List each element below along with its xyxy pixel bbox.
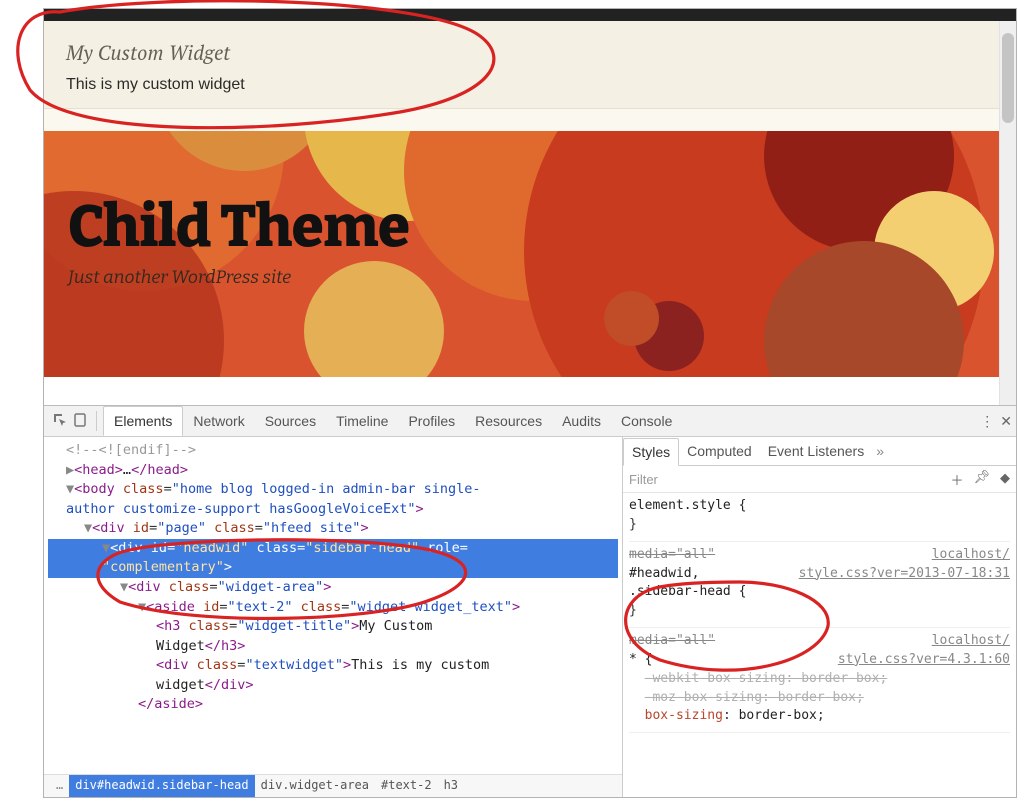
site-header: Child Theme Just another WordPress site — [44, 131, 1016, 377]
devtools-close-icon[interactable]: ✕ — [1000, 413, 1012, 430]
wp-admin-bar[interactable] — [44, 9, 1016, 21]
devtools-tabbar: Elements Network Sources Timeline Profil… — [44, 406, 1016, 437]
styles-tab-eventlisteners[interactable]: Event Listeners — [760, 437, 873, 465]
styles-pane: Styles Computed Event Listeners » Filter… — [623, 437, 1016, 797]
custom-widget-area: My Custom Widget This is my custom widge… — [44, 21, 1016, 109]
devtools-panel: Elements Network Sources Timeline Profil… — [44, 405, 1016, 797]
tab-timeline[interactable]: Timeline — [326, 406, 398, 436]
browser-frame: My Custom Widget This is my custom widge… — [43, 8, 1017, 798]
new-rule-icon[interactable]: ＋ — [950, 470, 963, 489]
tab-console[interactable]: Console — [611, 406, 682, 436]
site-tagline: Just another WordPress site — [68, 266, 409, 288]
color-swatch-icon[interactable]: ◆ — [1000, 470, 1010, 489]
styles-filter-input[interactable]: Filter — [629, 472, 658, 487]
page-scrollbar[interactable] — [999, 21, 1016, 419]
tab-profiles[interactable]: Profiles — [398, 406, 465, 436]
styles-more-icon[interactable]: » — [876, 443, 884, 459]
styles-tab-styles[interactable]: Styles — [623, 438, 679, 466]
devtools-menu-icon[interactable]: ⋮ — [980, 413, 994, 430]
styles-tab-computed[interactable]: Computed — [679, 437, 760, 465]
css-rules[interactable]: element.style {} localhost/ media="all" … — [623, 493, 1016, 737]
widget-body: This is my custom widget — [66, 76, 994, 94]
inspect-icon[interactable] — [50, 413, 70, 430]
tab-resources[interactable]: Resources — [465, 406, 552, 436]
device-mode-icon[interactable] — [70, 413, 90, 430]
dom-breadcrumbs[interactable]: … div#headwid.sidebar-head div.widget-ar… — [44, 774, 622, 797]
tab-audits[interactable]: Audits — [552, 406, 611, 436]
tab-sources[interactable]: Sources — [255, 406, 326, 436]
tab-elements[interactable]: Elements — [103, 406, 183, 436]
tab-network[interactable]: Network — [183, 406, 254, 436]
widget-title: My Custom Widget — [66, 39, 994, 66]
dom-tree[interactable]: <!--<![endif]--> <head>…</head> <body cl… — [44, 437, 623, 797]
site-title[interactable]: Child Theme — [68, 193, 409, 262]
pin-icon[interactable]: 📌︎ — [973, 469, 990, 488]
